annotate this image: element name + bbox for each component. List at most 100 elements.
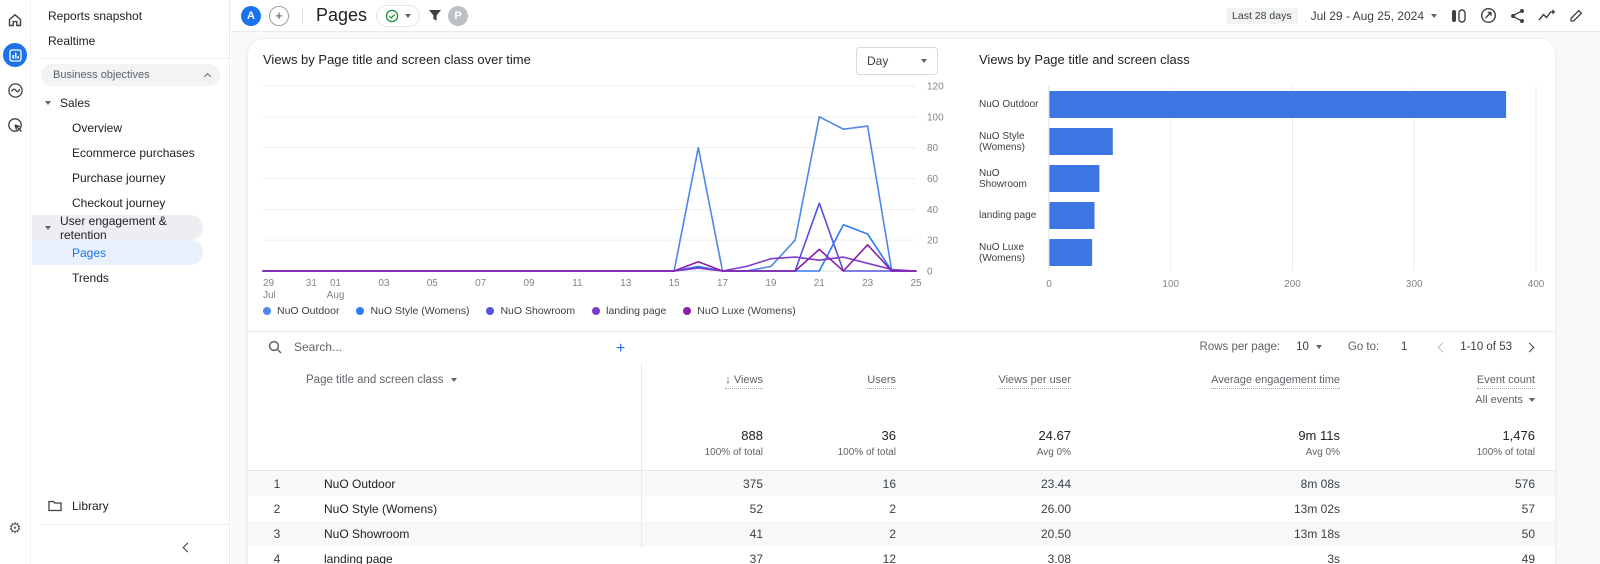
- dimension-header[interactable]: Page title and screen class: [306, 374, 458, 386]
- settings-gear-icon[interactable]: ⚙: [8, 521, 21, 536]
- page-title: Pages: [316, 5, 368, 25]
- row-index: 4: [273, 551, 281, 564]
- add-column-button[interactable]: +: [616, 340, 625, 358]
- home-icon[interactable]: [3, 8, 27, 32]
- analytics-app: ⚙ Reports snapshot Realtime Business objec…: [0, 0, 1600, 564]
- caret-down-icon: [451, 378, 458, 382]
- explore-icon: [7, 82, 23, 98]
- sidebar-item-label: Sales: [60, 95, 91, 110]
- svg-text:25: 25: [910, 278, 922, 289]
- sidebar-item-label: Pages: [72, 245, 107, 260]
- property-avatar[interactable]: A: [241, 5, 261, 26]
- totals-event-count: 1,476 100% of total: [1476, 428, 1535, 458]
- explore-icon[interactable]: [3, 78, 27, 102]
- legend-label: NuO Luxe (Womens): [697, 305, 796, 317]
- sidebar-item-label: Ecommerce purchases: [72, 145, 195, 160]
- svg-text:23: 23: [862, 278, 874, 289]
- legend-label: NuO Style (Womens): [370, 305, 470, 317]
- row-index: 3: [273, 526, 281, 541]
- sidebar-item-overview[interactable]: Overview: [32, 115, 229, 140]
- line-chart-title: Views by Page title and screen class ove…: [263, 52, 531, 67]
- column-header-views[interactable]: ↓ Views: [725, 374, 763, 389]
- svg-text:0: 0: [927, 267, 933, 278]
- main-area: A + Pages P Last 28 days Jul 29 - Aug 25…: [231, 0, 1600, 564]
- search-icon: [268, 340, 282, 354]
- advertising-icon: [7, 117, 22, 132]
- column-header-views-per-user[interactable]: Views per user: [998, 374, 1071, 389]
- collapse-sidebar-icon[interactable]: [182, 542, 193, 552]
- sort-desc-icon: ↓: [725, 374, 731, 386]
- row-views-per-user: 3.08: [1047, 551, 1071, 564]
- table-body: 1 NuO Outdoor 375 16 23.44 8m 08s 576 2 NuO Styl…: [248, 471, 1555, 564]
- divider: [302, 7, 303, 24]
- search-input[interactable]: [292, 339, 512, 355]
- pagination-controls: Rows per page: 10 Go to: 1-10 of 53: [1200, 340, 1535, 354]
- event-filter-dropdown[interactable]: All events: [1475, 394, 1535, 406]
- caret-down-icon: [1315, 345, 1322, 349]
- column-header-avg-engagement-time[interactable]: Average engagement time: [1211, 374, 1340, 389]
- svg-text:200: 200: [1284, 279, 1301, 290]
- add-report-button[interactable]: +: [269, 5, 289, 26]
- legend-item-nuo-luxe-womens: NuO Luxe (Womens): [683, 305, 796, 317]
- advertising-icon[interactable]: [3, 113, 27, 137]
- table-toolbar: Rows per page: 10 Go to: 1-10 of 53: [248, 331, 1555, 362]
- date-range-selector[interactable]: Jul 29 - Aug 25, 2024: [1311, 9, 1437, 23]
- folder-icon: [48, 500, 62, 512]
- table-row: 1 NuO Outdoor 375 16 23.44 8m 08s 576: [248, 471, 1555, 496]
- sidebar-item-purchase-journey[interactable]: Purchase journey: [32, 165, 229, 190]
- sidebar-item-user-engagement-retention[interactable]: User engagement & retention: [32, 214, 203, 242]
- sidebar-item-trends[interactable]: Trends: [32, 265, 229, 290]
- sidebar-item-pages[interactable]: Pages: [32, 240, 203, 265]
- svg-text:29: 29: [263, 278, 275, 289]
- add-comparison-icon[interactable]: [1450, 8, 1467, 24]
- table-header-row: Page title and screen class ↓ Views User…: [248, 362, 1555, 412]
- sidebar-item-reports-snapshot[interactable]: Reports snapshot: [32, 3, 229, 28]
- row-views: 37: [749, 551, 763, 564]
- filter-icon[interactable]: [428, 9, 442, 22]
- report-table: Rows per page: 10 Go to: 1-10 of 53: [248, 331, 1555, 564]
- next-page-icon[interactable]: [1524, 342, 1535, 352]
- row-users: 16: [882, 476, 896, 491]
- sidebar-item-checkout-journey[interactable]: Checkout journey: [32, 190, 229, 215]
- row-views: 41: [749, 526, 763, 541]
- sidebar-item-business-objectives[interactable]: Business objectives: [41, 64, 220, 86]
- filter-funnel-icon: [429, 10, 442, 21]
- edit-pencil-icon[interactable]: [1569, 8, 1584, 23]
- legend-dot-icon: [486, 307, 495, 315]
- users-header-label: Users: [867, 374, 896, 389]
- column-header-users[interactable]: Users: [867, 374, 896, 389]
- legend-item-nuo-outdoor: NuO Outdoor: [263, 305, 339, 317]
- granularity-dropdown[interactable]: Day: [856, 47, 938, 75]
- comparison-bars-icon: [1452, 8, 1466, 23]
- sidebar-item-sales[interactable]: Sales: [32, 90, 229, 115]
- svg-text:09: 09: [523, 278, 535, 289]
- goto-page-input[interactable]: [1393, 340, 1416, 354]
- row-title: NuO Outdoor: [324, 476, 396, 491]
- row-event-count: 50: [1521, 526, 1535, 541]
- divider: [40, 58, 229, 59]
- share-icon[interactable]: [1510, 8, 1525, 24]
- row-event-count: 57: [1521, 501, 1535, 516]
- report-card: Views by Page title and screen class ove…: [247, 38, 1556, 564]
- legend-dot-icon: [356, 307, 365, 315]
- row-users: 2: [889, 501, 896, 516]
- previous-page-icon[interactable]: [1437, 342, 1448, 352]
- line-series-nuo-luxe-womens: [262, 244, 917, 272]
- totals-avg-engagement: 9m 11s Avg 0%: [1298, 428, 1340, 458]
- table-row: 2 NuO Style (Womens) 52 2 26.00 13m 02s 57: [248, 496, 1555, 521]
- caret-down-icon: [921, 59, 927, 63]
- sidebar-item-label: Trends: [72, 270, 109, 285]
- saved-status-pill[interactable]: [376, 4, 421, 27]
- column-header-event-count[interactable]: Event count All events: [1475, 374, 1535, 406]
- insights-gauge-icon[interactable]: [1480, 7, 1497, 24]
- sidebar-item-realtime[interactable]: Realtime: [32, 28, 229, 53]
- collaborator-avatar[interactable]: P: [448, 5, 469, 26]
- sidebar-item-library[interactable]: Library: [32, 493, 229, 519]
- legend-label: NuO Showroom: [500, 305, 576, 317]
- rows-per-page-select[interactable]: 10: [1296, 341, 1322, 353]
- sidebar-item-label: Reports snapshot: [48, 8, 143, 23]
- insights-sparkline-icon[interactable]: [1538, 8, 1556, 23]
- reports-icon[interactable]: [3, 43, 27, 67]
- sidebar-item-ecommerce-purchases[interactable]: Ecommerce purchases: [32, 140, 229, 165]
- legend-label: NuO Outdoor: [277, 305, 340, 317]
